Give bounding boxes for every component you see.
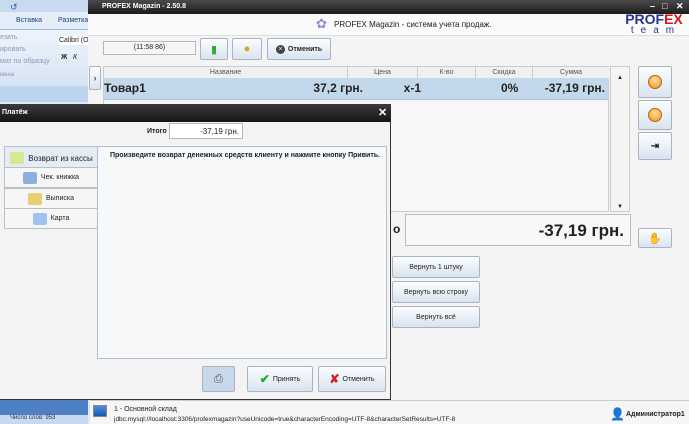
expand-panel-button[interactable]: › [89,66,101,90]
user-icon: 👤 [610,407,625,421]
return-row-button[interactable]: Вернуть всю строку [392,281,480,303]
exit-button[interactable]: ⇥ [638,132,672,160]
exchange-icon: ▮ [210,43,218,56]
table-row[interactable]: Товар1 37,2 грн. x-1 0% -37,19 грн. [104,78,608,100]
cancel-label: Отменить [342,375,375,383]
tab-label: Карта [50,215,70,222]
cancel-button[interactable]: × Отменить [267,38,331,60]
word-italic[interactable]: К [73,54,77,61]
tab-statement[interactable]: Выписка [4,188,98,209]
cancel-label: Отменить [287,45,323,53]
checkbook-icon [22,171,37,184]
monitor-icon [93,405,107,417]
cell-price: 37,2 грн. [313,81,363,95]
db-connection: jdbc:mysql://localhost:3306/profexmagazi… [114,416,456,423]
maximize-icon[interactable]: □ [662,1,667,11]
time-field: (11:58 86) [103,41,196,55]
word-ribbon: езать ировать мат по образцу мена Calibr… [0,30,90,86]
hand-button[interactable]: ✋ [638,228,672,248]
word-status: Число слов: 953 [0,415,88,424]
user-name[interactable]: Администратор1 [626,411,685,418]
app-header-text: PROFEX Magazin - система учета продаж. [334,20,492,29]
dialog-cancel-button[interactable]: ✘ Отменить [318,366,386,392]
print-button[interactable]: ⎙ [202,366,235,392]
window-title: PROFEX Magazin - 2.50.8 [88,0,689,14]
dialog-close-icon[interactable]: ✕ [378,106,387,119]
statement-icon [27,192,42,205]
exchange-button[interactable]: ▮ [200,38,228,60]
cell-name: Товар1 [104,81,146,95]
word-tabs: Вставка Разметка [0,12,90,30]
tab-label: Выписка [45,195,74,202]
tab-checkbook[interactable]: Чек. книжка [4,167,98,188]
return-all-button[interactable]: Вернуть всё [392,306,480,328]
cash-icon [10,152,25,164]
status-bar: 1 - Основной склад jdbc:mysql://localhos… [90,400,689,424]
tab-label: Чек. книжка [40,174,80,181]
word-format-painter[interactable]: мат по образцу [0,58,50,65]
instruction-text: Произведите возврат денежных средств кли… [110,152,381,159]
arrow-down-icon [648,108,662,122]
minimize-icon[interactable]: – [650,1,655,11]
dialog-total-field: -37,19 грн. [169,123,243,139]
check-icon: ✔ [259,372,270,386]
return-one-button[interactable]: Вернуть 1 штуку [392,256,480,278]
table-scrollbar[interactable]: ▲ ▼ [610,66,630,212]
word-bold[interactable]: Ж [61,54,67,61]
total-label: о [393,222,401,236]
word-tab-insert[interactable]: Вставка [16,17,42,24]
accept-label: Принять [272,375,301,383]
scroll-up-icon[interactable]: ▲ [617,75,623,81]
scroll-down-icon[interactable]: ▼ [617,204,623,210]
tab-card[interactable]: Карта [4,208,98,229]
dialog-title: Платёж [0,104,391,122]
hand-icon: ✋ [648,232,662,245]
store-name: 1 - Основной склад [114,406,177,413]
move-up-button[interactable] [638,66,672,98]
printer-icon: ⎙ [214,372,223,385]
cancel-icon: × [275,44,285,54]
x-icon: ✘ [329,372,340,386]
profex-logo: PROFEX team [625,11,683,36]
tab-content-panel: Произведите возврат денежных средств кли… [97,146,387,359]
coins-icon: ● [243,43,251,55]
word-font-box[interactable]: Calibri (О [58,36,90,45]
tab-label: Возврат из кассы [28,153,93,163]
word-tab-layout[interactable]: Разметка [58,17,88,24]
word-copy[interactable]: ировать [0,46,26,53]
coins-button[interactable]: ● [232,38,262,60]
total-value: -37,19 грн. [405,214,631,246]
cell-qty: x-1 [403,81,421,95]
app-logo-icon: ✿ [316,16,327,31]
accept-button[interactable]: ✔ Принять [247,366,313,392]
exit-icon: ⇥ [650,140,660,152]
dialog-total-label: Итого [147,128,167,135]
word-cut[interactable]: езать [0,34,18,41]
cell-sum: -37,19 грн. [544,81,605,95]
word-group-label: мена [0,72,15,78]
cell-discount: 0% [501,81,519,95]
card-icon [32,212,47,225]
move-down-button[interactable] [638,100,672,130]
word-nav [0,86,88,102]
arrow-up-icon [648,75,662,89]
